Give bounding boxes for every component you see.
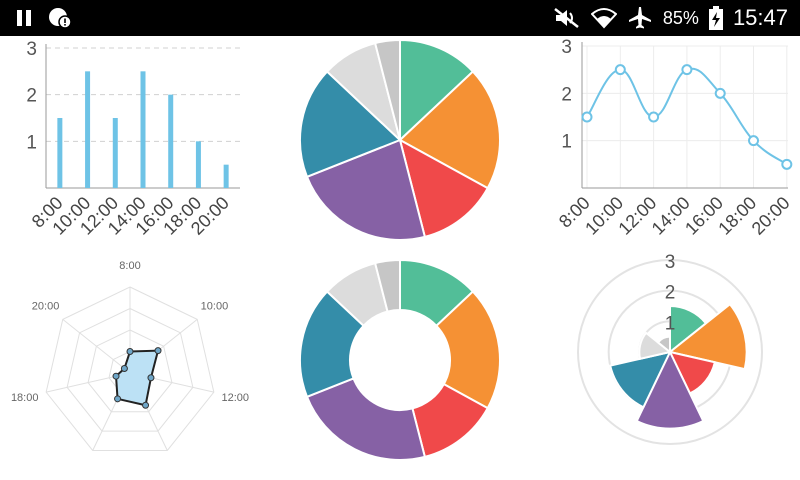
battery-percent: 85% xyxy=(662,7,699,28)
radar-point xyxy=(126,348,134,355)
status-left xyxy=(14,7,72,29)
line-point xyxy=(614,64,626,76)
line-point xyxy=(681,64,693,76)
radar-axis-label: 8:00 xyxy=(119,260,140,272)
line-x-tick-label: 10:00 xyxy=(581,193,627,239)
radar-point xyxy=(147,374,155,382)
line-x-tick-label: 20:00 xyxy=(748,193,794,239)
radar-point xyxy=(154,347,162,355)
polar-r-tick-label: 3 xyxy=(665,252,676,273)
clock: 15:47 xyxy=(732,5,788,30)
line-x-tick-label: 12:00 xyxy=(614,193,660,239)
radar-axis-label: 12:00 xyxy=(222,392,250,404)
radar-chart: 8:0010:0012:0014:0016:0018:0020:00 xyxy=(0,260,260,477)
line-point xyxy=(648,111,660,123)
bar xyxy=(57,118,63,188)
bar-y-tick-label: 2 xyxy=(26,86,37,107)
bar xyxy=(195,141,201,188)
polar-r-tick-label: 2 xyxy=(665,283,676,304)
status-bar: 85% 15:47 xyxy=(0,0,800,36)
bar xyxy=(112,118,118,188)
radar-point xyxy=(114,395,122,403)
line-y-tick-label: 3 xyxy=(561,37,572,58)
polar-r-tick-label: 1 xyxy=(665,313,676,334)
line-y-tick-label: 1 xyxy=(561,132,572,153)
donut-chart xyxy=(290,256,510,468)
pie-chart xyxy=(290,36,510,246)
polar-area-chart: 1 2 3 xyxy=(560,250,800,470)
radar-axis-label: 20:00 xyxy=(32,301,60,313)
radar-spoke xyxy=(62,318,131,374)
line-point xyxy=(581,111,593,123)
bar xyxy=(140,71,146,188)
line-x-tick-label: 18:00 xyxy=(714,193,760,239)
line-point xyxy=(714,87,726,99)
radar-point xyxy=(112,372,120,380)
status-right: 85% 15:47 xyxy=(553,0,788,36)
bar-y-tick-label: 3 xyxy=(26,39,37,60)
line-chart: 1 2 3 8:00 10:00 12:00 14:00 16:00 18:00 20:00 xyxy=(540,36,800,256)
bar xyxy=(85,71,91,188)
radar-axis-label: 18:00 xyxy=(11,392,39,404)
bar-y-tick-label: 1 xyxy=(26,132,37,153)
bar xyxy=(168,94,174,188)
bar-chart: 1 2 3 8:00 10:00 12:00 14:00 16:00 18:00 20:00 xyxy=(0,36,250,256)
line-point xyxy=(781,158,793,170)
wifi-icon xyxy=(590,7,617,29)
app-alert-icon xyxy=(48,7,72,29)
radar-point xyxy=(120,365,128,373)
radar-axis-label: 10:00 xyxy=(201,301,229,313)
line-x-tick-label: 14:00 xyxy=(648,193,694,239)
radar-point xyxy=(142,401,150,409)
line-y-tick-label: 2 xyxy=(561,84,572,105)
line-point xyxy=(748,135,760,147)
line-x-tick-label: 16:00 xyxy=(681,193,727,239)
airplane-mode-icon xyxy=(627,6,653,30)
mute-icon xyxy=(553,7,581,29)
battery-charging-icon xyxy=(708,6,723,30)
pause-icon xyxy=(14,8,34,28)
bar xyxy=(223,164,229,188)
